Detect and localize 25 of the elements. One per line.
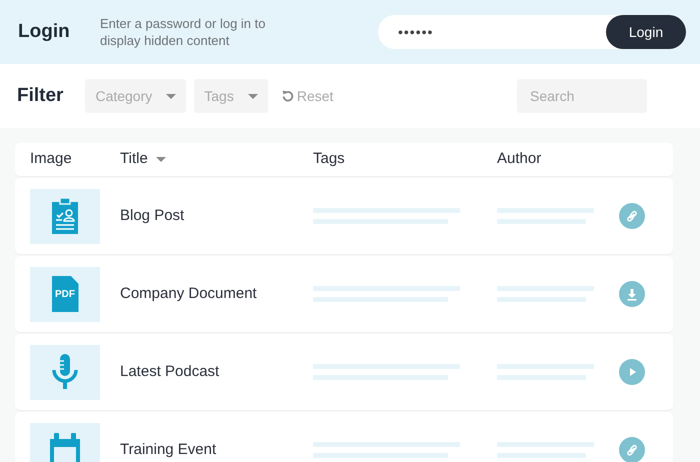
password-field[interactable]: •••••• Login <box>378 15 686 49</box>
row-title: Blog Post <box>120 206 186 226</box>
column-header: Author <box>497 149 542 170</box>
row-title: Latest Podcast <box>120 362 220 382</box>
column-header: Image <box>30 149 72 170</box>
row-title: Training Event <box>120 440 218 460</box>
caret-icon <box>166 94 176 98</box>
search-field[interactable]: Search <box>517 79 647 113</box>
sort-caret-icon <box>156 157 166 162</box>
row-title: Company Document <box>120 284 258 304</box>
document-icon: PDF <box>52 276 78 312</box>
download-button[interactable] <box>619 281 645 307</box>
link-button[interactable] <box>619 437 645 462</box>
play-button[interactable] <box>619 359 645 385</box>
login-hint: Enter a password or log in to display hidden content <box>100 15 266 49</box>
reset-icon <box>282 90 294 102</box>
link-icon <box>624 208 640 224</box>
link-icon <box>624 442 640 458</box>
column-header: Tags <box>313 149 345 170</box>
login-heading: Login <box>18 20 71 44</box>
column-header[interactable]: Title <box>120 148 166 171</box>
login-button[interactable]: Login <box>606 15 686 49</box>
filter-heading: Filter <box>17 84 64 108</box>
link-button[interactable] <box>619 203 645 229</box>
caret-icon <box>248 94 258 98</box>
